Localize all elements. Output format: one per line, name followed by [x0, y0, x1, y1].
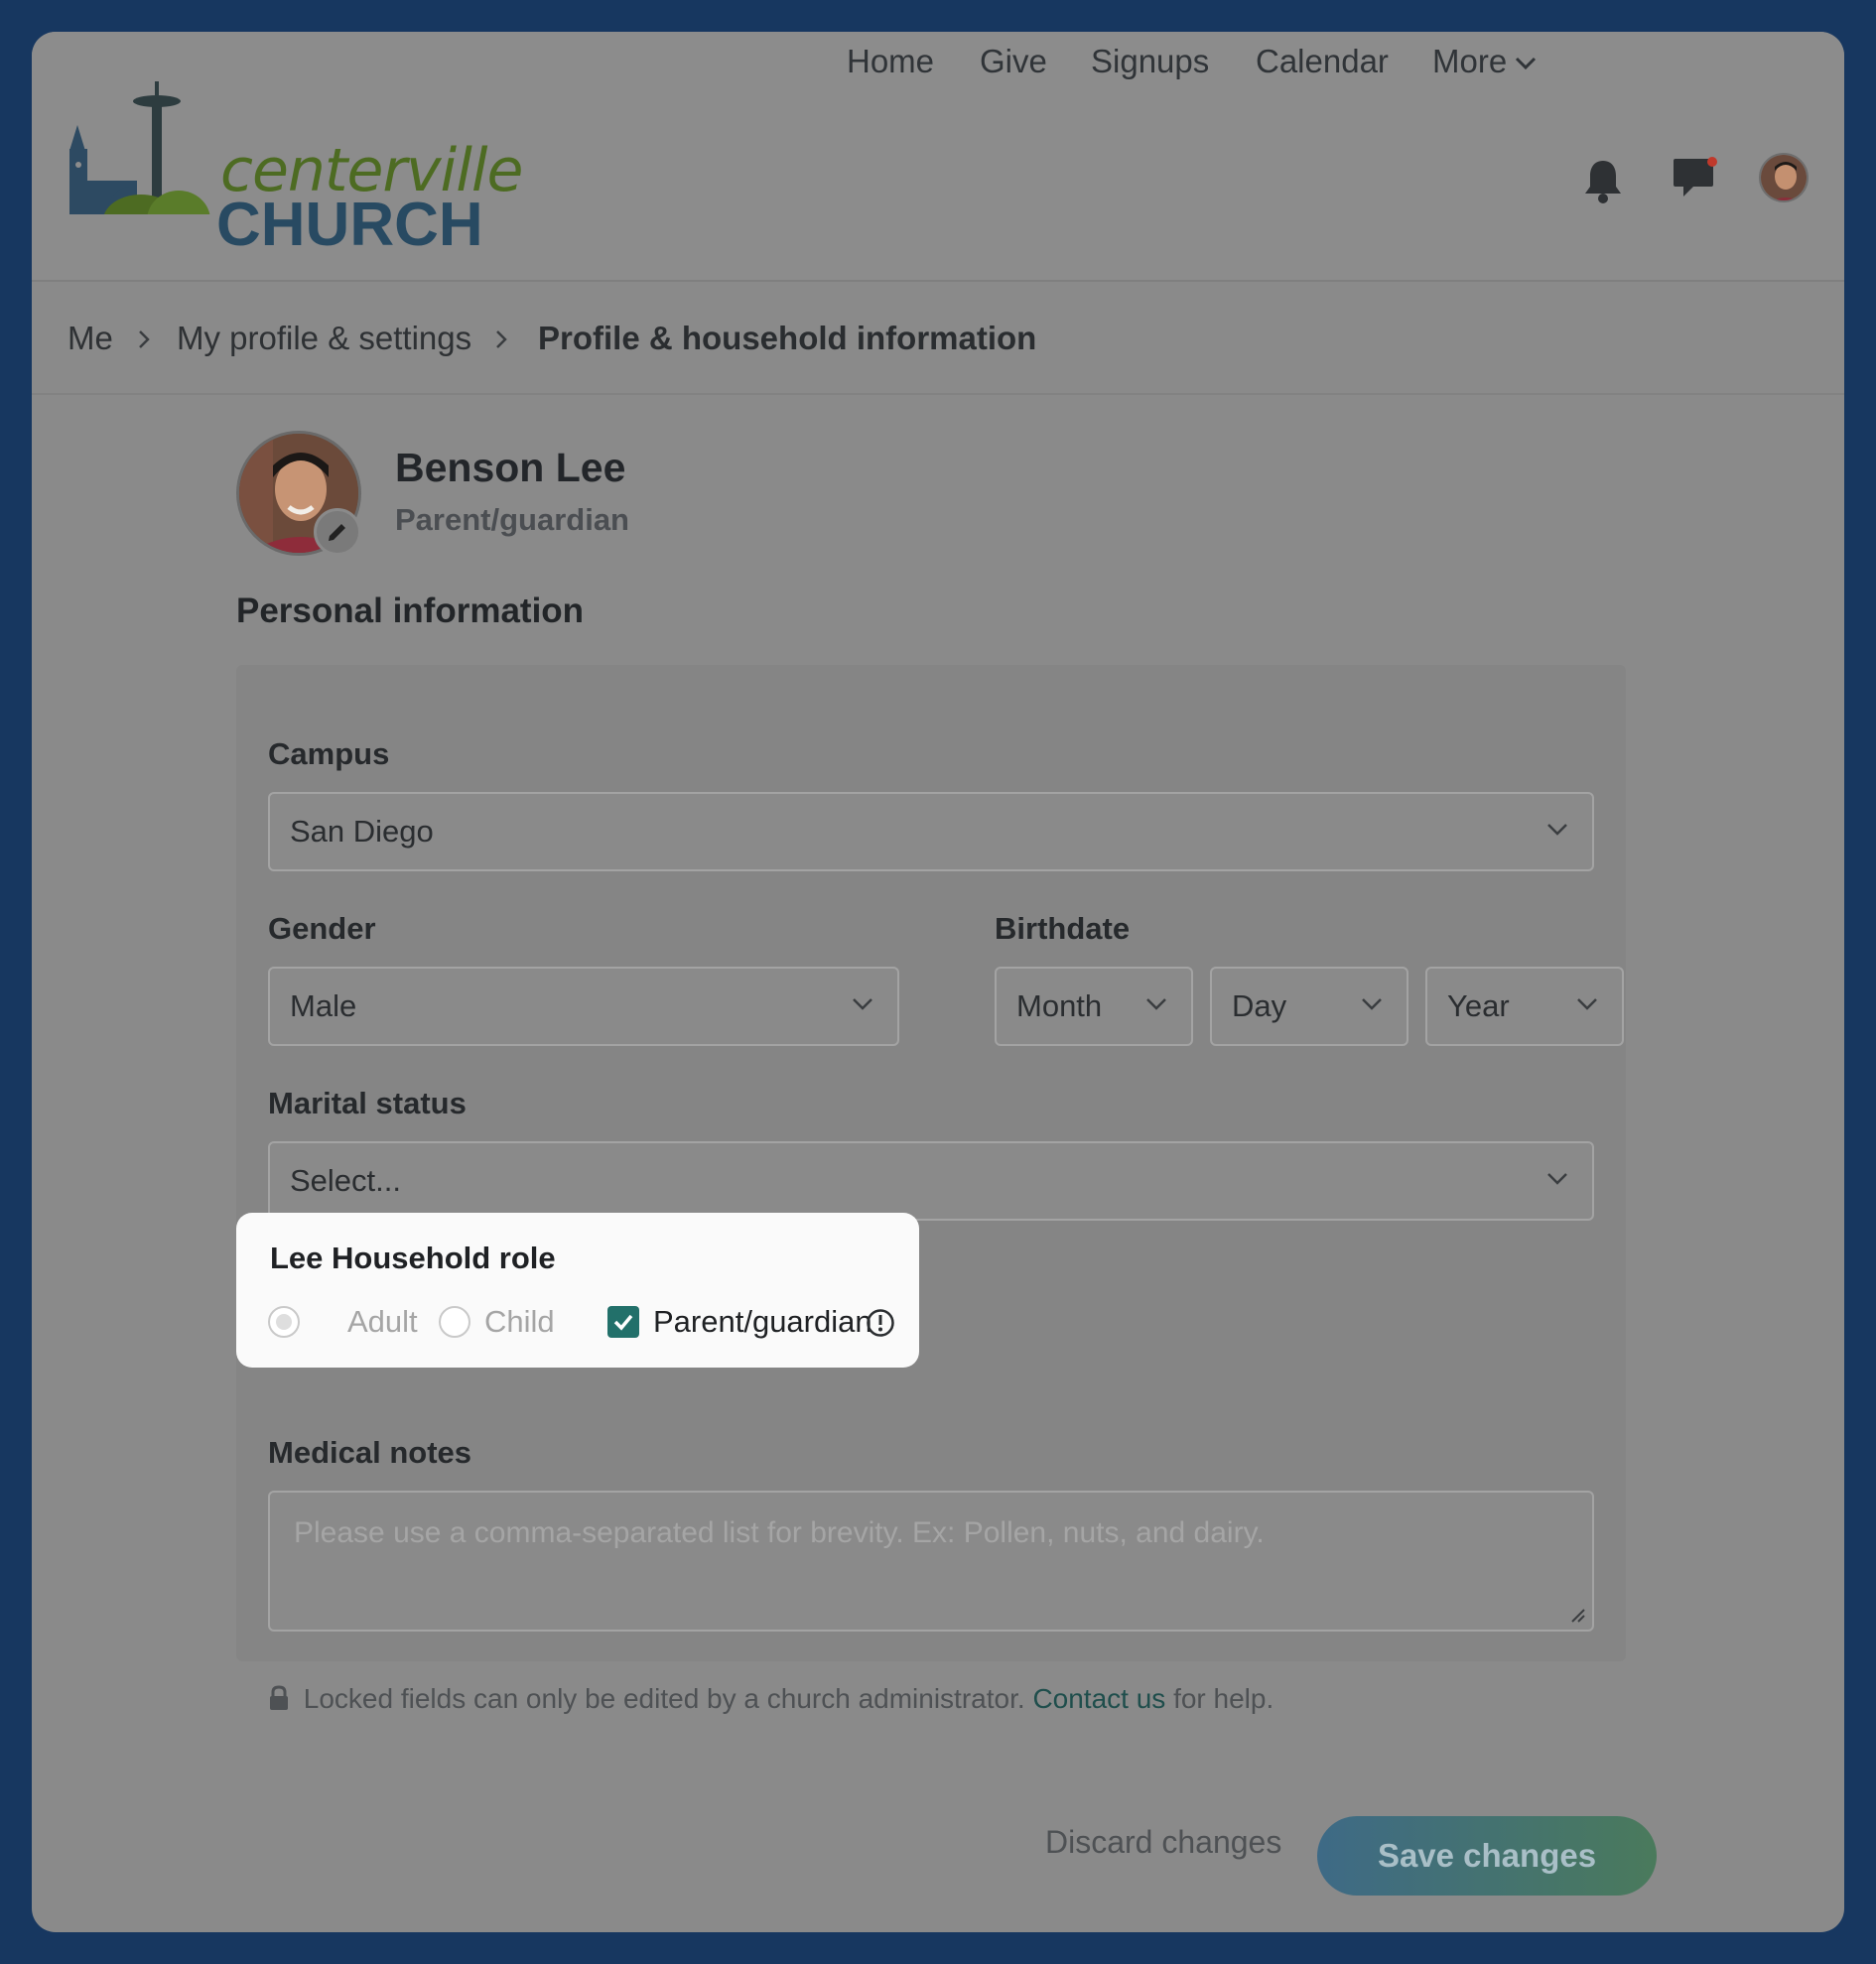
locked-note-text: Locked fields can only be edited by a ch…: [303, 1683, 1025, 1714]
locked-note-suffix: for help.: [1173, 1683, 1274, 1714]
birthdate-day-select[interactable]: Day: [1210, 967, 1408, 1046]
pencil-icon: [329, 524, 345, 541]
profile-role: Parent/guardian: [395, 502, 629, 537]
campus-value: San Diego: [290, 814, 434, 849]
discard-changes-button[interactable]: Discard changes: [1045, 1824, 1281, 1861]
marital-status-select[interactable]: Select...: [268, 1141, 1594, 1221]
bell-icon[interactable]: [1581, 157, 1625, 204]
household-role-panel: Lee Household role Adult Child Parent/gu…: [236, 1213, 919, 1368]
breadcrumb-profile-settings[interactable]: My profile & settings: [177, 282, 471, 395]
chevron-right-icon: [139, 330, 150, 348]
church-logo[interactable]: centerville CHURCH: [67, 62, 523, 256]
nav-signups[interactable]: Signups: [1091, 32, 1209, 91]
radio-adult[interactable]: [268, 1306, 300, 1338]
user-avatar[interactable]: [1759, 153, 1809, 202]
resize-handle-icon[interactable]: [1568, 1606, 1586, 1624]
locked-fields-note: Locked fields can only be edited by a ch…: [268, 1683, 1273, 1715]
birthdate-day-value: Day: [1232, 988, 1287, 1023]
marital-status-label: Marital status: [268, 1086, 467, 1120]
gender-value: Male: [290, 988, 357, 1023]
top-header: centerville CHURCH Home Give Signups Cal…: [32, 32, 1844, 282]
radio-child-label: Child: [484, 1304, 555, 1339]
logo-text-church: CHURCH: [216, 191, 483, 259]
birthdate-month-value: Month: [1016, 988, 1103, 1023]
chevron-down-icon: [1547, 1173, 1567, 1185]
logo-skyline-icon: [67, 81, 216, 220]
chevron-down-icon: [1362, 998, 1382, 1010]
breadcrumb-me[interactable]: Me: [67, 282, 113, 395]
nav-give[interactable]: Give: [980, 32, 1047, 91]
nav-calendar[interactable]: Calendar: [1256, 32, 1389, 91]
chevron-down-icon: [1577, 998, 1597, 1010]
gender-label: Gender: [268, 911, 376, 946]
chat-icon[interactable]: [1672, 157, 1719, 200]
campus-label: Campus: [268, 736, 390, 771]
nav-home[interactable]: Home: [847, 32, 934, 91]
contact-us-link[interactable]: Contact us: [1032, 1683, 1165, 1714]
medical-notes-placeholder: Please use a comma-separated list for br…: [294, 1516, 1265, 1549]
chevron-down-icon: [1146, 998, 1166, 1010]
household-role-title: Lee Household role: [270, 1241, 556, 1275]
gender-select[interactable]: Male: [268, 967, 899, 1046]
birthdate-year-select[interactable]: Year: [1425, 967, 1624, 1046]
check-icon: [613, 1314, 633, 1331]
birthdate-month-select[interactable]: Month: [995, 967, 1193, 1046]
section-title-personal-information: Personal information: [236, 591, 585, 630]
breadcrumb: Me My profile & settings Profile & house…: [32, 282, 1844, 395]
parent-guardian-label: Parent/guardian: [653, 1304, 872, 1339]
save-changes-button[interactable]: Save changes: [1317, 1816, 1657, 1896]
marital-status-value: Select...: [290, 1163, 401, 1198]
profile-name: Benson Lee: [395, 445, 626, 490]
chevron-down-icon: [853, 998, 872, 1010]
campus-select[interactable]: San Diego: [268, 792, 1594, 871]
nav-more-dropdown[interactable]: More: [1432, 32, 1537, 91]
radio-child[interactable]: [439, 1306, 470, 1338]
lock-icon: [270, 1685, 288, 1710]
nav-more-label: More: [1432, 43, 1508, 79]
radio-adult-label: Adult: [347, 1304, 418, 1339]
avatar-image: [1761, 155, 1807, 200]
chevron-right-icon: [496, 330, 507, 348]
birthdate-year-value: Year: [1447, 988, 1510, 1023]
breadcrumb-current: Profile & household information: [538, 320, 1037, 356]
parent-guardian-checkbox[interactable]: [607, 1306, 639, 1338]
chevron-down-icon: [1547, 824, 1567, 836]
birthdate-label: Birthdate: [995, 911, 1131, 946]
edit-photo-button[interactable]: [314, 508, 361, 556]
chevron-down-icon: [1516, 58, 1537, 70]
medical-notes-label: Medical notes: [268, 1435, 471, 1470]
medical-notes-input[interactable]: Please use a comma-separated list for br…: [268, 1491, 1594, 1632]
info-icon[interactable]: [866, 1308, 895, 1338]
